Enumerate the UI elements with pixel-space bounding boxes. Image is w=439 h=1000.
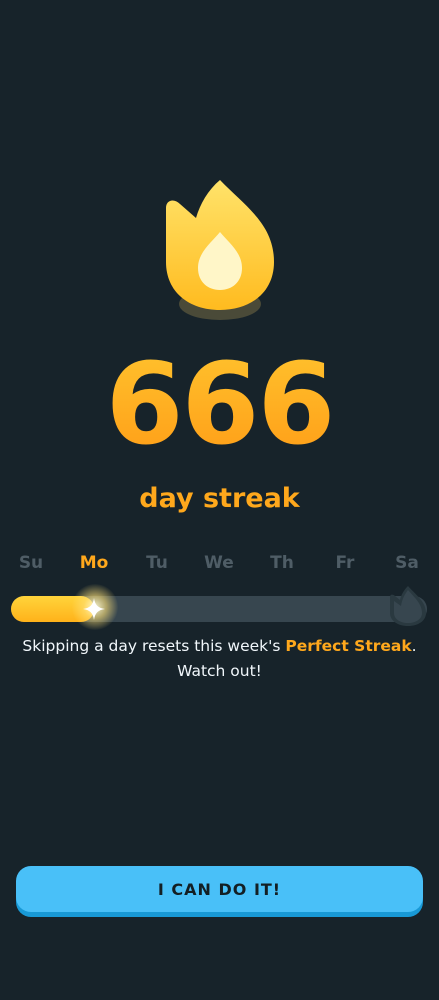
i-can-do-it-button[interactable]: I CAN DO IT! xyxy=(16,866,423,912)
day-fr: Fr xyxy=(335,553,355,573)
streak-warning-message: Skipping a day resets this week's Perfec… xyxy=(20,634,419,684)
flame-icon xyxy=(150,176,290,326)
perfect-streak-highlight: Perfect Streak xyxy=(285,637,412,655)
flame-outline-icon xyxy=(387,584,429,628)
day-th: Th xyxy=(270,553,294,573)
day-we: We xyxy=(204,553,234,573)
day-sa: Sa xyxy=(395,553,419,573)
day-tu: Tu xyxy=(146,553,168,573)
day-su: Su xyxy=(18,553,44,573)
streak-count: 666 xyxy=(0,340,439,470)
week-days-row: Su Mo Tu We Th Fr Sa xyxy=(0,553,439,579)
streak-label: day streak xyxy=(139,483,300,514)
day-mo: Mo xyxy=(79,553,109,573)
message-prefix: Skipping a day resets this week's xyxy=(22,637,286,655)
sparkle-icon xyxy=(82,597,106,621)
